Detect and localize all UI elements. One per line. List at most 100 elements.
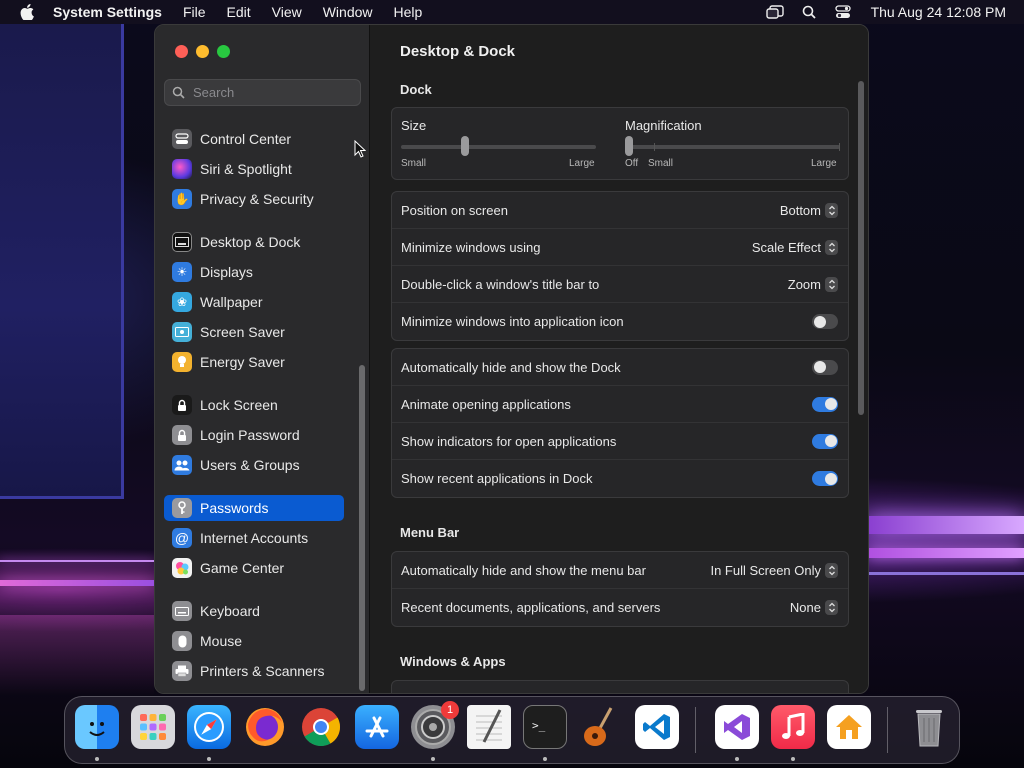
finder-icon[interactable]	[75, 705, 119, 749]
vscode-icon[interactable]	[635, 705, 679, 749]
sidebar-item-mouse[interactable]: Mouse	[164, 628, 344, 654]
sidebar-item-label: Keyboard	[200, 603, 260, 619]
dock-separator	[887, 707, 888, 753]
sidebar-item-control-center[interactable]: Control Center	[164, 126, 344, 152]
sidebar-item-keyboard[interactable]: Keyboard	[164, 598, 344, 624]
setting-label: Automatically hide and show the Dock	[401, 359, 621, 375]
menu-file[interactable]: File	[183, 4, 206, 20]
sidebar-item-internet-accounts[interactable]: @ Internet Accounts	[164, 525, 344, 551]
menu-window[interactable]: Window	[323, 4, 373, 20]
running-indicator	[431, 757, 435, 761]
minimize-effect-popup[interactable]: Scale Effect	[751, 239, 838, 255]
size-slider[interactable]	[401, 145, 596, 149]
keyboard-icon	[172, 601, 192, 621]
stage-manager-icon[interactable]	[765, 4, 785, 20]
menu-app-name[interactable]: System Settings	[53, 4, 162, 20]
animate-opening-toggle[interactable]	[812, 396, 838, 412]
sidebar-item-wallpaper[interactable]: ❀ Wallpaper	[164, 289, 344, 315]
sidebar-scrollbar[interactable]	[359, 365, 365, 691]
magnification-tick	[654, 143, 655, 151]
windows-apps-group-partial	[391, 680, 849, 693]
app-store-icon[interactable]	[355, 705, 399, 749]
sidebar-item-lock-screen[interactable]: Lock Screen	[164, 392, 344, 418]
mouse-cursor	[354, 140, 366, 158]
sidebar-item-users-groups[interactable]: Users & Groups	[164, 452, 344, 478]
home-icon[interactable]	[827, 705, 871, 749]
wallpaper-light-line	[0, 560, 154, 562]
show-indicators-toggle[interactable]	[812, 433, 838, 449]
page-title: Desktop & Dock	[400, 43, 516, 60]
apple-icon[interactable]	[20, 4, 34, 21]
spotlight-search-icon[interactable]	[799, 4, 819, 20]
sidebar-item-label: Desktop & Dock	[200, 234, 301, 250]
menu-view[interactable]: View	[272, 4, 302, 20]
popup-value: Zoom	[787, 276, 821, 292]
chevron-updown-icon	[825, 276, 838, 292]
at-icon: @	[172, 528, 192, 548]
safari-icon[interactable]	[187, 705, 231, 749]
sidebar-item-login-password[interactable]: Login Password	[164, 422, 344, 448]
zoom-button[interactable]	[217, 45, 230, 58]
sidebar-item-displays[interactable]: ☀ Displays	[164, 259, 344, 285]
setting-row: Double-click a window's title bar to Zoo…	[392, 266, 848, 303]
size-slider-thumb[interactable]	[461, 136, 469, 156]
setting-row: Minimize windows using Scale Effect	[392, 229, 848, 266]
launchpad-icon[interactable]	[131, 705, 175, 749]
autohide-dock-toggle[interactable]	[812, 359, 838, 375]
terminal-icon[interactable]: >_	[523, 705, 567, 749]
position-popup[interactable]: Bottom	[780, 202, 838, 218]
setting-row: Recent documents, applications, and serv…	[392, 589, 848, 626]
popup-value: Scale Effect	[751, 239, 821, 255]
guitar-icon[interactable]	[579, 705, 623, 749]
sidebar-item-label: Game Center	[200, 560, 285, 576]
system-settings-icon[interactable]: 1	[411, 701, 459, 749]
menubar-options-group: Automatically hide and show the menu bar…	[391, 551, 849, 627]
sidebar-list: Control Center Siri & Spotlight ✋ Privac…	[164, 115, 358, 693]
music-icon[interactable]	[771, 705, 815, 749]
minimize-into-icon-toggle[interactable]	[812, 314, 838, 329]
running-indicator	[207, 757, 211, 761]
close-button[interactable]	[175, 45, 188, 58]
visual-studio-icon[interactable]	[715, 705, 759, 749]
magnification-min-label: Small	[648, 158, 674, 169]
menu-edit[interactable]: Edit	[227, 4, 251, 20]
dock: 1 >_	[64, 696, 960, 764]
setting-label: Animate opening applications	[401, 396, 571, 412]
chevron-updown-icon	[825, 239, 838, 255]
textedit-icon[interactable]	[467, 705, 511, 749]
chrome-icon[interactable]	[299, 705, 343, 749]
sidebar-item-siri-spotlight[interactable]: Siri & Spotlight	[164, 156, 344, 182]
control-center-icon[interactable]	[833, 4, 853, 20]
magnification-slider[interactable]	[625, 145, 840, 149]
svg-text:>_: >_	[532, 719, 546, 732]
sidebar-item-game-center[interactable]: Game Center	[164, 555, 344, 581]
chevron-updown-icon	[825, 562, 838, 578]
flower-icon: ❀	[172, 292, 192, 312]
sidebar-item-printers-scanners[interactable]: Printers & Scanners	[164, 658, 344, 684]
menubar-autohide-popup[interactable]: In Full Screen Only	[710, 562, 838, 578]
sidebar-item-screen-saver[interactable]: Screen Saver	[164, 319, 344, 345]
setting-label: Minimize windows into application icon	[401, 314, 624, 329]
content-scrollbar[interactable]	[858, 81, 864, 415]
recent-items-popup[interactable]: None	[790, 600, 838, 615]
sidebar-item-energy-saver[interactable]: Energy Saver	[164, 349, 344, 375]
firefox-icon[interactable]	[243, 705, 287, 749]
search-input[interactable]	[193, 85, 353, 100]
sidebar-item-partial	[164, 115, 344, 117]
minimize-button[interactable]	[196, 45, 209, 58]
sidebar-item-label: Login Password	[200, 427, 300, 443]
lock-icon	[172, 425, 192, 445]
trash-icon[interactable]	[907, 705, 951, 749]
magnification-slider-thumb[interactable]	[625, 136, 633, 156]
sidebar-item-privacy-security[interactable]: ✋ Privacy & Security	[164, 186, 344, 212]
setting-label: Show recent applications in Dock	[401, 471, 593, 486]
menu-help[interactable]: Help	[394, 4, 423, 20]
magnification-off-label: Off	[625, 158, 639, 169]
double-click-popup[interactable]: Zoom	[787, 276, 838, 292]
show-recent-toggle[interactable]	[812, 471, 838, 486]
sidebar-item-desktop-dock[interactable]: Desktop & Dock	[164, 229, 344, 255]
mouse-icon	[172, 631, 192, 651]
sidebar-search[interactable]	[164, 79, 361, 106]
sidebar-item-passwords[interactable]: Passwords	[164, 495, 344, 521]
menubar-clock[interactable]: Thu Aug 24 12:08 PM	[871, 4, 1006, 20]
